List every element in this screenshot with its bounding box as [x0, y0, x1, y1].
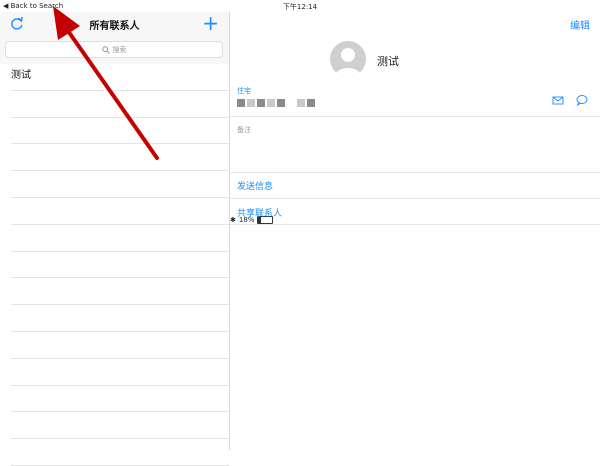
annotation-arrow [53, 6, 159, 160]
